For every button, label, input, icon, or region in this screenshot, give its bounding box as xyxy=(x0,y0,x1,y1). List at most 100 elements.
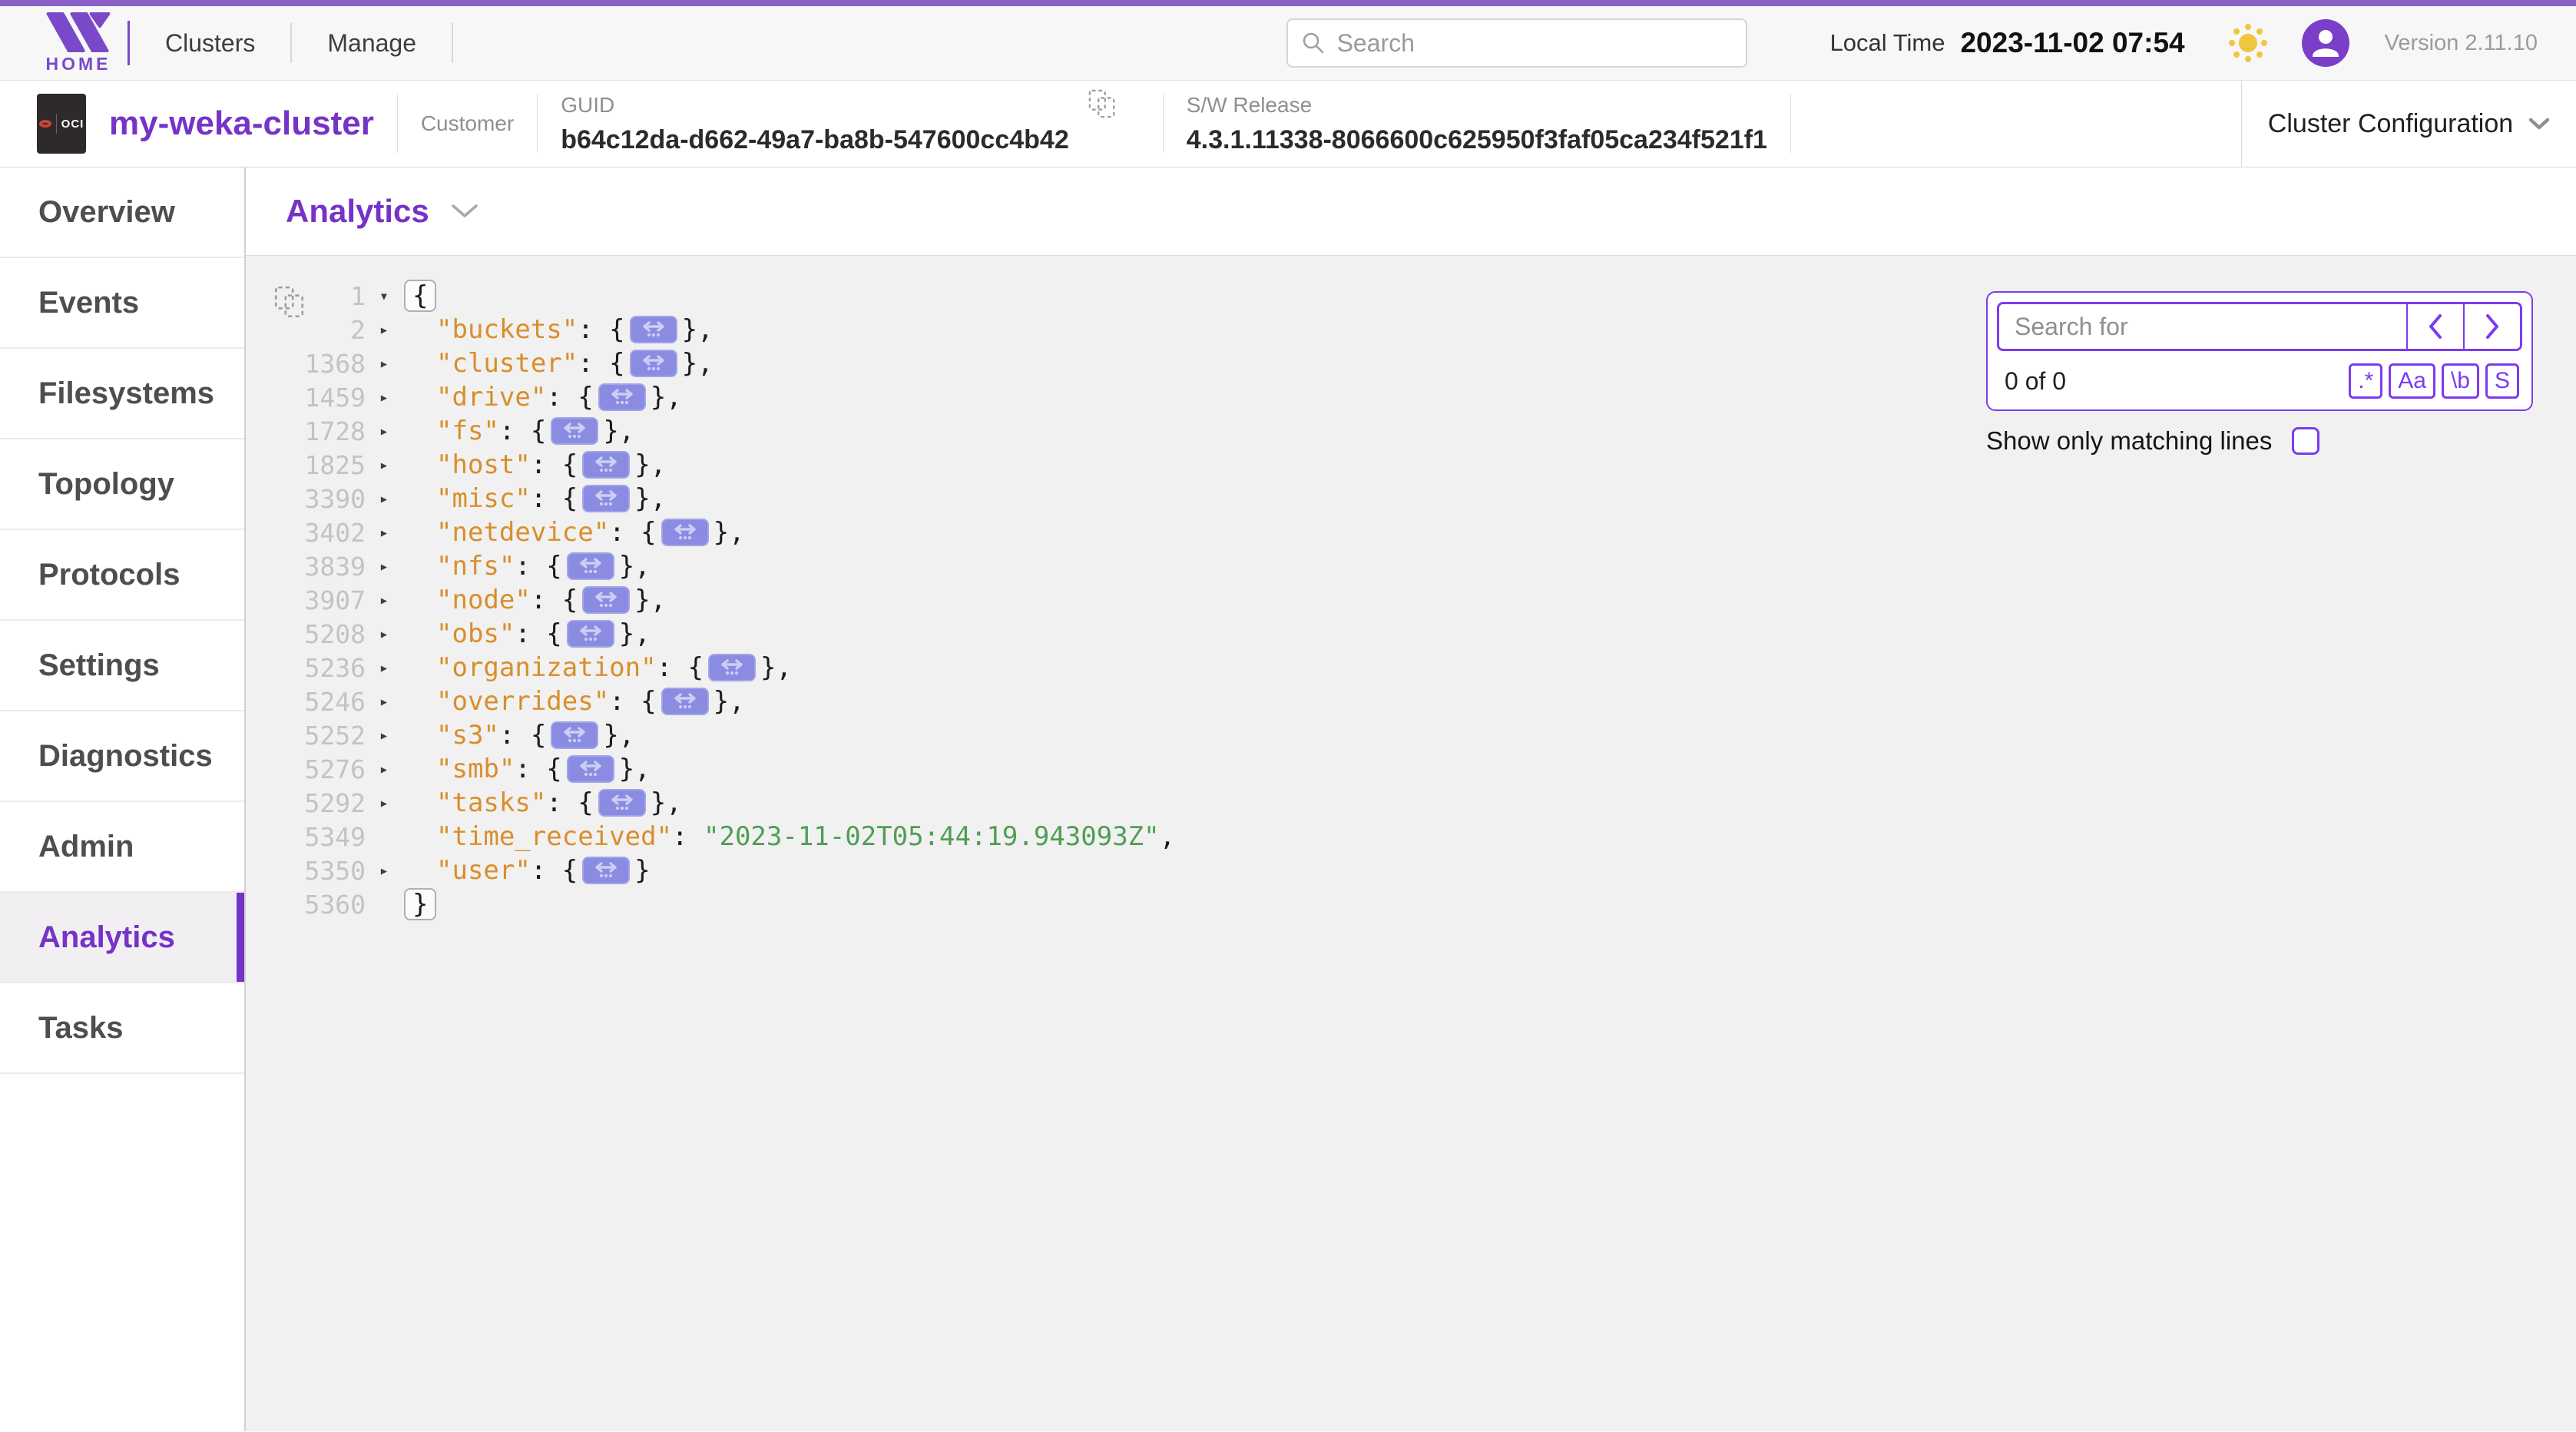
json-member: "netdevice": {}, xyxy=(402,517,745,548)
fold-badge[interactable] xyxy=(582,485,630,512)
sidebar-item-admin[interactable]: Admin xyxy=(0,802,244,893)
nav-clusters[interactable]: Clusters xyxy=(165,29,255,58)
expand-arrow-icon[interactable]: ▸ xyxy=(366,694,402,710)
section-title-dropdown[interactable]: Analytics xyxy=(246,167,2576,256)
find-status-row: 0 of 0 .*Aa\bS xyxy=(1997,363,2522,400)
fold-badge[interactable] xyxy=(630,350,677,377)
sidebar-item-topology[interactable]: Topology xyxy=(0,439,244,530)
find-toggle-case[interactable]: Aa xyxy=(2389,363,2435,399)
find-prev-button[interactable] xyxy=(2408,304,2463,349)
fold-badge[interactable] xyxy=(661,688,709,715)
sidebar-item-events[interactable]: Events xyxy=(0,258,244,349)
oci-logo-divider xyxy=(56,114,57,134)
folded-content-icon xyxy=(589,455,623,475)
sidebar-item-tasks[interactable]: Tasks xyxy=(0,983,244,1074)
sidebar-item-overview[interactable]: Overview xyxy=(0,167,244,258)
folded-content-icon xyxy=(637,320,670,340)
fold-badge[interactable] xyxy=(551,417,598,445)
sidebar-item-diagnostics[interactable]: Diagnostics xyxy=(0,711,244,802)
line-number: 5246 xyxy=(292,687,366,717)
expand-arrow-icon[interactable]: ▸ xyxy=(366,660,402,676)
find-next-button[interactable] xyxy=(2465,304,2520,349)
weka-home-logo[interactable]: HOME xyxy=(34,12,123,75)
json-line-5276: 5276▸"smb": {}, xyxy=(292,752,1175,786)
line-number: 3839 xyxy=(292,552,366,582)
folded-content-icon xyxy=(589,489,623,509)
copy-guid-icon[interactable] xyxy=(1088,88,1117,121)
line-number: 1368 xyxy=(292,349,366,379)
theme-sun-icon[interactable] xyxy=(2228,23,2268,63)
local-time-label: Local Time xyxy=(1830,29,1945,57)
folded-content-icon xyxy=(715,658,749,678)
fold-badge[interactable] xyxy=(567,620,614,648)
find-toggle-selection[interactable]: S xyxy=(2485,363,2519,399)
json-member: "smb": {}, xyxy=(402,754,651,784)
fold-badge[interactable] xyxy=(582,857,630,884)
sidebar-item-settings[interactable]: Settings xyxy=(0,621,244,711)
expand-arrow-icon[interactable]: ▸ xyxy=(366,626,402,642)
find-toggle-regex[interactable]: .* xyxy=(2349,363,2382,399)
nav-manage[interactable]: Manage xyxy=(327,29,416,58)
line-number: 3402 xyxy=(292,518,366,548)
line-number: 5360 xyxy=(292,890,366,920)
cluster-name: my-weka-cluster xyxy=(109,104,374,143)
nav-divider xyxy=(290,23,292,63)
json-member: "time_received": "2023-11-02T05:44:19.94… xyxy=(402,821,1175,852)
sidebar-item-filesystems[interactable]: Filesystems xyxy=(0,349,244,439)
cluster-configuration-dropdown[interactable]: Cluster Configuration xyxy=(2241,81,2576,167)
expand-arrow-icon[interactable]: ▸ xyxy=(366,761,402,777)
json-member: "host": {}, xyxy=(402,449,666,480)
expand-arrow-icon[interactable]: ▸ xyxy=(366,491,402,507)
header-divider xyxy=(537,94,538,153)
collapse-arrow-icon[interactable]: ▾ xyxy=(366,288,402,304)
fold-badge[interactable] xyxy=(661,519,709,546)
fold-badge[interactable] xyxy=(630,316,677,343)
folded-content-icon xyxy=(605,387,639,407)
expand-arrow-icon[interactable]: ▸ xyxy=(366,525,402,541)
line-number: 5276 xyxy=(292,754,366,784)
fold-badge[interactable] xyxy=(551,721,598,749)
expand-arrow-icon[interactable]: ▸ xyxy=(366,863,402,879)
json-line-5252: 5252▸"s3": {}, xyxy=(292,718,1175,752)
fold-badge[interactable] xyxy=(582,586,630,614)
fold-badge[interactable] xyxy=(598,789,646,817)
fold-badge[interactable] xyxy=(567,755,614,783)
sidebar-item-analytics[interactable]: Analytics xyxy=(0,893,244,983)
expand-arrow-icon[interactable]: ▸ xyxy=(366,559,402,575)
json-line-1825: 1825▸"host": {}, xyxy=(292,448,1175,482)
find-input[interactable] xyxy=(1999,304,2406,349)
global-search-input[interactable] xyxy=(1336,28,1733,58)
json-member: "buckets": {}, xyxy=(402,314,714,345)
customer-block: Customer xyxy=(421,111,514,136)
expand-arrow-icon[interactable]: ▸ xyxy=(366,322,402,338)
guid-block: GUID b64c12da-d662-49a7-ba8b-547600cc4b4… xyxy=(561,93,1140,155)
find-toggle-word[interactable]: \b xyxy=(2442,363,2479,399)
json-line-3839: 3839▸"nfs": {}, xyxy=(292,549,1175,583)
expand-arrow-icon[interactable]: ▸ xyxy=(366,728,402,744)
page-title: Analytics xyxy=(286,193,429,230)
show-only-checkbox[interactable] xyxy=(2292,427,2319,455)
fold-badge[interactable] xyxy=(708,654,756,681)
top-accent-bar xyxy=(0,0,2576,6)
sidebar-item-protocols[interactable]: Protocols xyxy=(0,530,244,621)
line-number: 1728 xyxy=(292,416,366,446)
json-member: "cluster": {}, xyxy=(402,348,714,379)
expand-arrow-icon[interactable]: ▸ xyxy=(366,389,402,406)
folded-content-icon xyxy=(558,421,591,441)
oci-logo-text: OCI xyxy=(61,118,84,131)
expand-arrow-icon[interactable]: ▸ xyxy=(366,423,402,439)
expand-arrow-icon[interactable]: ▸ xyxy=(366,356,402,372)
chevron-left-icon xyxy=(2427,313,2444,340)
expand-arrow-icon[interactable]: ▸ xyxy=(366,592,402,608)
user-avatar[interactable] xyxy=(2302,19,2349,67)
line-number: 1459 xyxy=(292,383,366,413)
fold-badge[interactable] xyxy=(582,451,630,479)
global-search[interactable] xyxy=(1286,18,1747,68)
folded-content-icon xyxy=(668,522,702,542)
expand-arrow-icon[interactable]: ▸ xyxy=(366,795,402,811)
fold-badge[interactable] xyxy=(598,383,646,411)
folded-content-icon xyxy=(605,793,639,813)
expand-arrow-icon[interactable]: ▸ xyxy=(366,457,402,473)
line-number: 1 xyxy=(292,281,366,311)
fold-badge[interactable] xyxy=(567,552,614,580)
